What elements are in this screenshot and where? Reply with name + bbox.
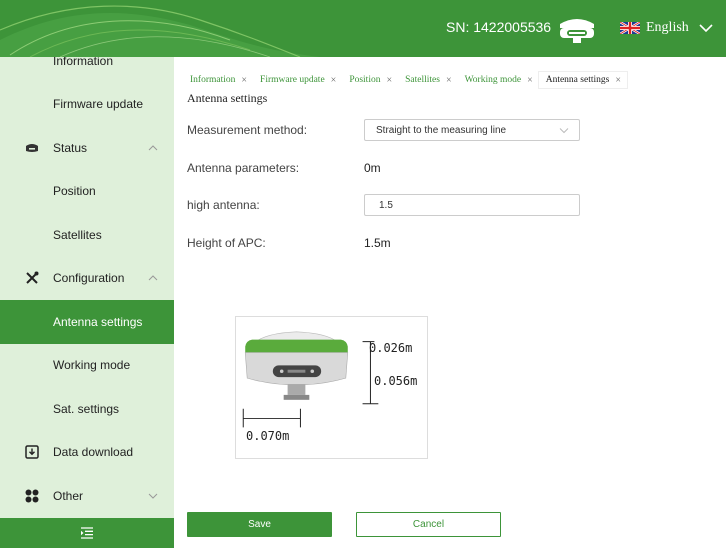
high-antenna-label: high antenna: bbox=[187, 198, 260, 212]
collapse-menu-button[interactable] bbox=[0, 518, 174, 548]
collapse-menu-icon bbox=[81, 527, 93, 539]
close-icon[interactable]: × bbox=[527, 75, 533, 86]
chevron-down-icon bbox=[699, 24, 713, 33]
chevron-up-icon bbox=[148, 145, 158, 151]
tab-working-mode[interactable]: Working mode × bbox=[458, 72, 539, 88]
sidebar-item-sat-settings[interactable]: Sat. settings bbox=[0, 387, 174, 431]
tab-bar: Information × Firmware update × Position × … bbox=[183, 72, 627, 88]
sidebar-item-configuration[interactable]: Configuration bbox=[0, 256, 174, 300]
sidebar-item-label: Status bbox=[53, 141, 88, 155]
gnss-receiver-icon bbox=[560, 19, 594, 43]
dimension-middle-label: 0.056m bbox=[374, 374, 418, 388]
tab-information[interactable]: Information × bbox=[183, 72, 253, 88]
antenna-parameters-label: Antenna parameters: bbox=[187, 161, 300, 175]
sidebar-item-status[interactable]: Status bbox=[0, 126, 174, 170]
header-wave-decoration bbox=[0, 5, 320, 57]
tab-label: Position bbox=[349, 75, 381, 85]
tab-antenna-settings[interactable]: Antenna settings × bbox=[538, 72, 627, 88]
serial-number: SN: 1422005536 bbox=[446, 19, 552, 35]
sidebar-item-label: Information bbox=[53, 57, 114, 68]
tab-label: Antenna settings bbox=[545, 75, 610, 85]
tab-satellites[interactable]: Satellites × bbox=[398, 72, 457, 88]
sidebar-item-label: Working mode bbox=[53, 358, 131, 372]
close-icon[interactable]: × bbox=[446, 75, 452, 86]
tab-label: Firmware update bbox=[260, 75, 325, 85]
sidebar-item-label: Other bbox=[53, 489, 84, 503]
antenna-diagram: 0.026m 0.056m 0.070m bbox=[235, 316, 428, 459]
tab-label: Working mode bbox=[464, 75, 522, 85]
close-icon[interactable]: × bbox=[386, 75, 392, 86]
tab-position[interactable]: Position × bbox=[342, 72, 398, 88]
sidebar-item-label: Position bbox=[53, 184, 96, 198]
download-icon bbox=[25, 445, 39, 459]
sidebar-item-satellites[interactable]: Satellites bbox=[0, 213, 174, 257]
language-selector[interactable]: English bbox=[620, 20, 713, 36]
close-icon[interactable]: × bbox=[241, 75, 247, 86]
sidebar-item-information[interactable]: Information bbox=[0, 57, 174, 83]
antenna-parameters-value: 0m bbox=[364, 161, 381, 175]
dimension-bottom-label: 0.070m bbox=[246, 429, 290, 443]
language-label: English bbox=[646, 20, 689, 35]
sidebar-item-label: Satellites bbox=[53, 228, 102, 242]
input-value: 1.5 bbox=[379, 199, 393, 211]
sidebar-item-position[interactable]: Position bbox=[0, 169, 174, 213]
sidebar-item-antenna-settings[interactable]: Antenna settings bbox=[0, 300, 174, 344]
tools-icon bbox=[26, 271, 39, 284]
high-antenna-input[interactable]: 1.5 bbox=[364, 194, 580, 216]
uk-flag-icon bbox=[620, 22, 640, 34]
top-header: SN: 1422005536 English bbox=[0, 0, 726, 57]
sidebar-item-label: Firmware update bbox=[53, 97, 144, 111]
dimension-top-label: 0.026m bbox=[369, 341, 413, 355]
grid-icon bbox=[25, 489, 39, 503]
sidebar: Information Firmware update Status Posit… bbox=[0, 57, 174, 548]
sidebar-item-label: Antenna settings bbox=[53, 315, 143, 329]
sidebar-item-other[interactable]: Other bbox=[0, 474, 174, 518]
close-icon[interactable]: × bbox=[615, 75, 621, 86]
cancel-button[interactable]: Cancel bbox=[356, 512, 501, 537]
tab-firmware-update[interactable]: Firmware update × bbox=[253, 72, 342, 88]
height-apc-label: Height of APC: bbox=[187, 236, 266, 250]
sidebar-item-label: Configuration bbox=[53, 271, 125, 285]
chevron-down-icon bbox=[148, 493, 158, 499]
tab-label: Information bbox=[190, 75, 236, 85]
save-button[interactable]: Save bbox=[187, 512, 332, 537]
measurement-method-select[interactable]: Straight to the measuring line bbox=[364, 119, 580, 141]
chevron-up-icon bbox=[148, 275, 158, 281]
sidebar-item-working-mode[interactable]: Working mode bbox=[0, 343, 174, 387]
select-value: Straight to the measuring line bbox=[376, 124, 507, 136]
sidebar-item-label: Data download bbox=[53, 445, 134, 459]
tab-label: Satellites bbox=[405, 75, 440, 85]
sidebar-item-label: Sat. settings bbox=[53, 402, 120, 416]
sidebar-item-firmware-update[interactable]: Firmware update bbox=[0, 82, 174, 126]
measurement-method-label: Measurement method: bbox=[187, 123, 308, 137]
page-title: Antenna settings bbox=[187, 91, 268, 105]
chevron-down-icon bbox=[559, 128, 569, 134]
receiver-icon bbox=[26, 144, 38, 152]
close-icon[interactable]: × bbox=[331, 75, 337, 86]
sidebar-item-data-download[interactable]: Data download bbox=[0, 430, 174, 474]
height-apc-value: 1.5m bbox=[364, 236, 391, 250]
